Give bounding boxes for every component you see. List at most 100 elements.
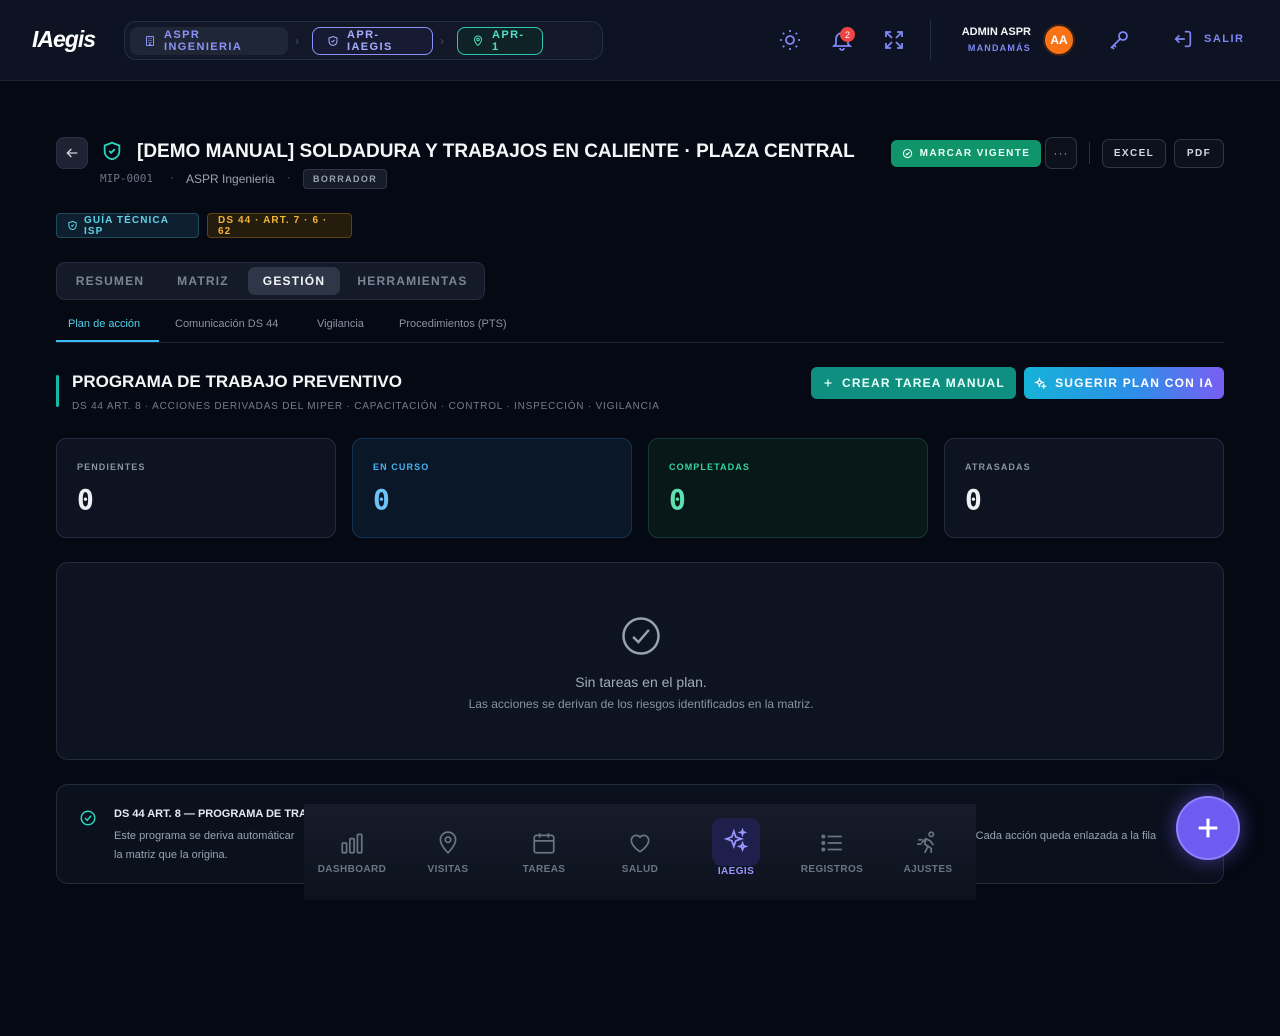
shield-icon [67,220,78,231]
check-circle-icon [79,809,97,827]
tag-label: DS 44 · ART. 7 · 6 · 62 [218,214,328,237]
tag-ds44: DS 44 · ART. 7 · 6 · 62 [207,213,352,238]
company-name: ASPR Ingenieria [186,172,275,186]
mark-active-label: MARCAR VIGENTE [919,148,1031,159]
nav-label: AJUSTES [903,864,953,875]
stat-value: 0 [669,483,686,516]
breadcrumb-company[interactable]: ASPR INGENIERIA [130,27,288,55]
logout-button[interactable]: SALIR [1172,28,1245,50]
stat-value: 0 [965,483,982,516]
list-icon [819,830,845,856]
building-icon [144,35,156,47]
user-name: ADMIN ASPR [961,26,1031,38]
breadcrumb-label: ASPR INGENIERIA [164,29,243,53]
sparkles-icon [1034,376,1048,390]
create-task-label: CREAR TAREA MANUAL [842,376,1005,390]
back-button[interactable] [56,137,88,169]
sub-tabs: Plan de acción Comunicación DS 44 Vigila… [56,314,1224,343]
create-task-button[interactable]: CREAR TAREA MANUAL [811,367,1016,399]
chevron-right-icon: › [295,34,299,48]
breadcrumb-site[interactable]: APR-1 [457,27,543,55]
divider [1089,142,1090,164]
page-title: [DEMO MANUAL] SOLDADURA Y TRABAJOS EN CA… [137,141,855,162]
export-excel-button[interactable]: EXCEL [1102,139,1166,168]
key-icon[interactable] [1107,28,1131,52]
nav-iaegis[interactable]: IAEGIS [688,804,784,900]
tab-resumen[interactable]: RESUMEN [61,267,159,295]
nav-visitas[interactable]: VISITAS [400,804,496,900]
subtab-comunicacion[interactable]: Comunicación DS 44 [175,318,278,342]
bottom-navigation: DASHBOARD VISITAS TAREAS SALUD IAEGIS RE… [304,804,976,900]
running-person-icon [915,830,941,856]
calendar-icon [531,830,557,856]
add-fab-button[interactable] [1176,796,1240,860]
nav-label: TAREAS [522,864,566,875]
nav-ajustes[interactable]: AJUSTES [880,804,976,900]
subtab-procedimientos[interactable]: Procedimientos (PTS) [399,318,507,342]
more-options-button[interactable]: ··· [1045,137,1077,169]
sparkles-icon [723,828,749,854]
tab-gestion[interactable]: GESTIÓN [248,267,340,295]
stat-label: PENDIENTES [77,462,146,472]
stat-label: ATRASADAS [965,462,1031,472]
notification-badge: 2 [840,27,855,42]
plus-icon [822,377,834,389]
bar-chart-icon [339,830,365,856]
map-pin-icon [435,830,461,856]
section-accent-bar [56,375,59,407]
suggest-plan-ai-button[interactable]: SUGERIR PLAN CON IA [1024,367,1224,399]
nav-tareas[interactable]: TAREAS [496,804,592,900]
separator-dot: · [287,172,291,184]
breadcrumb: ASPR INGENIERIA › APR-IAEGIS › APR-1 [124,21,603,60]
stat-card-completadas: COMPLETADAS 0 [648,438,928,538]
stat-label: EN CURSO [373,462,430,472]
nav-label: SALUD [621,864,659,875]
divider [930,20,931,60]
plus-icon [1194,814,1222,842]
map-pin-icon [472,35,484,47]
section-title: PROGRAMA DE TRABAJO PREVENTIVO [72,372,402,391]
check-circle-icon [620,615,662,657]
sun-icon[interactable] [778,28,802,52]
breadcrumb-project[interactable]: APR-IAEGIS [312,27,433,55]
chevron-right-icon: › [440,34,444,48]
mark-active-button[interactable]: MARCAR VIGENTE [891,140,1041,167]
nav-salud[interactable]: SALUD [592,804,688,900]
empty-state-title: Sin tareas en el plan. [575,674,707,690]
info-title: DS 44 ART. 8 — PROGRAMA DE TRA [114,808,304,820]
tab-matriz[interactable]: MATRIZ [163,267,243,295]
nav-label: REGISTROS [800,864,864,875]
subtab-vigilancia[interactable]: Vigilancia [317,318,364,342]
logout-icon [1172,28,1194,50]
check-circle-icon [902,148,913,159]
status-badge: BORRADOR [303,169,388,189]
arrow-left-icon [64,145,80,161]
shield-check-icon [101,140,123,162]
top-bar: IAegis ASPR INGENIERIA › APR-IAEGIS › AP… [0,0,1280,81]
stat-value: 0 [373,483,390,516]
subtab-plan-accion[interactable]: Plan de acción [68,318,140,342]
suggest-plan-label: SUGERIR PLAN CON IA [1055,376,1214,390]
breadcrumb-label: APR-IAEGIS [347,29,393,53]
fullscreen-icon[interactable] [882,28,906,52]
tag-label: GUÍA TÉCNICA ISP [84,214,169,237]
heart-icon [627,830,653,856]
nav-dashboard[interactable]: DASHBOARD [304,804,400,900]
info-text: ia. Cada acción queda enlazada a la fila [961,830,1157,842]
nav-label: DASHBOARD [317,864,387,875]
nav-registros[interactable]: REGISTROS [784,804,880,900]
stat-card-en-curso: EN CURSO 0 [352,438,632,538]
export-pdf-button[interactable]: PDF [1174,139,1224,168]
info-text: Este programa se deriva automáticar [114,830,295,842]
empty-state: Sin tareas en el plan. Las acciones se d… [56,562,1224,760]
active-tab-indicator [56,340,159,342]
logout-label: SALIR [1204,33,1245,45]
nav-label: VISITAS [427,864,469,875]
separator-dot: · [170,172,174,184]
tab-herramientas[interactable]: HERRAMIENTAS [344,267,481,295]
shield-icon [327,35,339,47]
avatar[interactable]: AA [1043,24,1075,56]
stat-value: 0 [77,483,94,516]
user-role: MANDAMÁS [967,43,1031,53]
app-logo[interactable]: IAegis [32,26,96,53]
